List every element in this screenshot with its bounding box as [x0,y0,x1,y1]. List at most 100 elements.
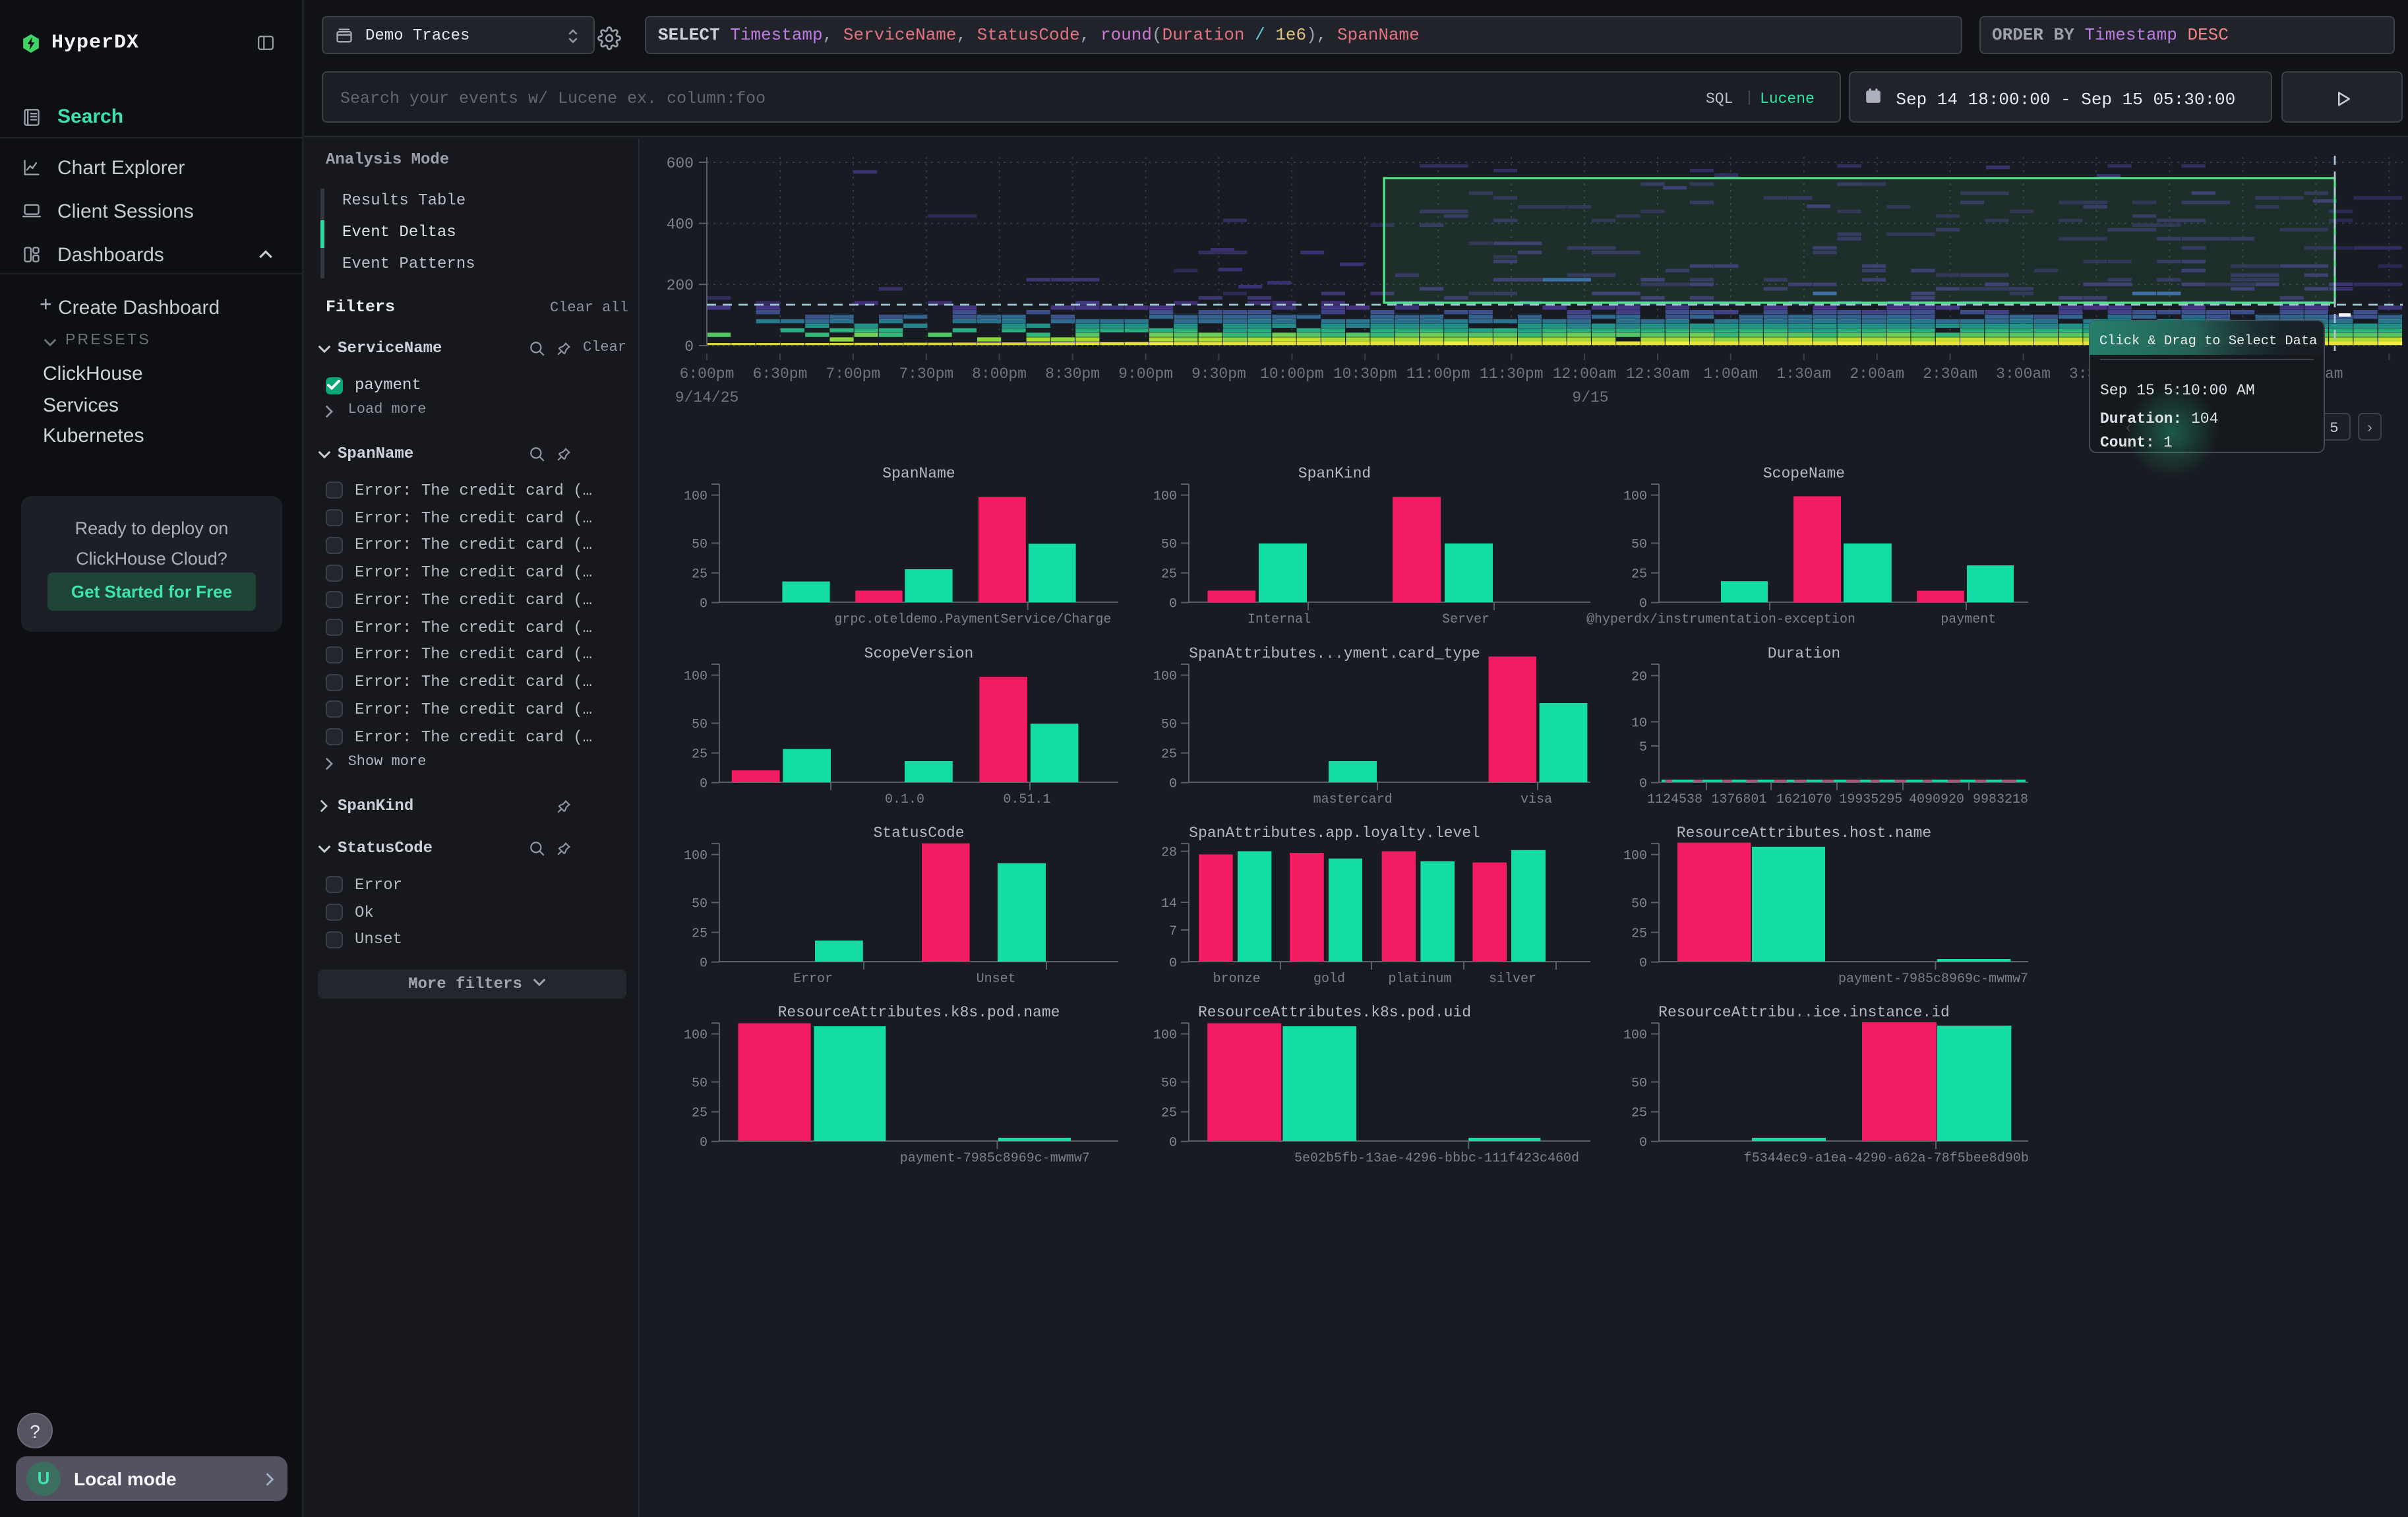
svg-text:0: 0 [1639,777,1647,792]
svg-text:1:30am: 1:30am [1776,365,1831,383]
svg-text:50: 50 [1631,1076,1647,1091]
svg-text:400: 400 [667,216,694,233]
svg-text:14: 14 [1161,896,1177,912]
svg-text:25: 25 [1631,1106,1647,1121]
svg-text:25: 25 [692,927,707,942]
svg-text:25: 25 [1161,1106,1177,1121]
svg-text:100: 100 [684,1028,707,1043]
svg-text:50: 50 [1631,896,1647,912]
svg-text:50: 50 [692,537,707,552]
svg-text:1376801: 1376801 [1711,792,1766,807]
svg-text:5e02b5fb-13ae-4296-bbbc-111f42: 5e02b5fb-13ae-4296-bbbc-111f423c460d [1294,1151,1579,1166]
svg-text:11:00pm: 11:00pm [1406,365,1470,383]
svg-text:100: 100 [1623,849,1647,864]
svg-text:0: 0 [700,956,707,972]
svg-text:payment-7985c8969c-mwmw7: payment-7985c8969c-mwmw7 [900,1151,1090,1166]
svg-text:0: 0 [700,597,707,612]
svg-text:Unset: Unset [977,972,1016,987]
svg-text:600: 600 [667,155,694,172]
svg-text:25: 25 [692,1106,707,1121]
svg-text:4090920: 4090920 [1909,792,1964,807]
svg-text:grpc.oteldemo.PaymentService/C: grpc.oteldemo.PaymentService/Charge [834,612,1111,627]
svg-text:SpanAttributes...yment.card_ty: SpanAttributes...yment.card_type [1189,645,1480,662]
svg-text:ScopeName: ScopeName [1763,465,1845,482]
svg-text:ResourceAttribu..ice.instance.: ResourceAttribu..ice.instance.id [1658,1004,1950,1021]
svg-text:100: 100 [684,669,707,685]
svg-text:payment-7985c8969c-mwmw7: payment-7985c8969c-mwmw7 [1838,972,2028,987]
svg-text:0.51.1: 0.51.1 [1003,792,1050,807]
svg-text:100: 100 [1623,489,1647,505]
svg-text:0: 0 [1639,597,1647,612]
svg-text:50: 50 [1161,1076,1177,1091]
svg-text:50: 50 [692,1076,707,1091]
svg-text:0: 0 [700,777,707,792]
svg-text:0: 0 [684,338,694,356]
svg-text:6:00pm: 6:00pm [680,365,735,383]
svg-text:StatusCode: StatusCode [873,824,964,842]
svg-text:Click & Drag to Select Data: Click & Drag to Select Data [2099,334,2317,349]
svg-text:9983218: 9983218 [1973,792,2028,807]
svg-text:Duration:: Duration: [2100,410,2182,427]
svg-text:0: 0 [1639,1136,1647,1151]
svg-text:›: › [2365,420,2374,437]
svg-text:0.1.0: 0.1.0 [885,792,924,807]
svg-text:50: 50 [1631,537,1647,552]
svg-text:200: 200 [667,277,694,294]
svg-text:5: 5 [1639,740,1647,755]
svg-text:7:00pm: 7:00pm [826,365,880,383]
svg-text:8:30pm: 8:30pm [1045,365,1100,383]
svg-text:10:00pm: 10:00pm [1260,365,1324,383]
svg-text:SpanKind: SpanKind [1298,465,1371,482]
svg-text:8:00pm: 8:00pm [972,365,1027,383]
svg-text:9:00pm: 9:00pm [1118,365,1173,383]
svg-text:9:30pm: 9:30pm [1191,365,1246,383]
svg-text:bronze: bronze [1213,972,1261,987]
svg-text:silver: silver [1489,972,1536,987]
svg-text:50: 50 [1161,537,1177,552]
svg-text:50: 50 [1161,717,1177,732]
svg-text:SpanAttributes.app.loyalty.lev: SpanAttributes.app.loyalty.level [1189,824,1480,842]
svg-text:12:00am: 12:00am [1553,365,1617,383]
svg-text:Duration: Duration [1768,645,1840,662]
svg-text:20: 20 [1631,669,1647,685]
svg-text:Error: Error [793,972,833,987]
svg-text:100: 100 [1153,1028,1177,1043]
svg-text:SpanName: SpanName [882,465,955,482]
svg-text:100: 100 [684,849,707,864]
svg-text:platinum: platinum [1388,972,1451,987]
svg-text:f5344ec9-a1ea-4290-a62a-78f5be: f5344ec9-a1ea-4290-a62a-78f5bee8d90b [1744,1151,2029,1166]
svg-text:10:30pm: 10:30pm [1333,365,1397,383]
svg-text:mastercard: mastercard [1313,792,1393,807]
svg-text:100: 100 [1153,489,1177,505]
svg-text:19935295: 19935295 [1839,792,1902,807]
svg-text:‹: ‹ [2124,420,2132,437]
svg-text:100: 100 [1153,669,1177,685]
svg-text:1124538: 1124538 [1647,792,1702,807]
svg-text:100: 100 [684,489,707,505]
svg-text:1621070: 1621070 [1776,792,1832,807]
svg-text:7: 7 [1169,924,1177,939]
svg-text:ResourceAttributes.k8s.pod.uid: ResourceAttributes.k8s.pod.uid [1198,1004,1471,1021]
svg-text:25: 25 [1631,927,1647,942]
svg-text:payment: payment [1941,612,1996,627]
svg-text:1:00am: 1:00am [1703,365,1758,383]
svg-text:7:30pm: 7:30pm [899,365,953,383]
svg-text:2:30am: 2:30am [1923,365,1977,383]
svg-text:25: 25 [692,567,707,582]
svg-text:ResourceAttributes.host.name: ResourceAttributes.host.name [1677,824,1931,842]
svg-text:@hyperdx/instrumentation-excep: @hyperdx/instrumentation-exception [1586,612,1855,627]
svg-text:104: 104 [2191,410,2218,427]
svg-text:Sep 15 5:10:00 AM: Sep 15 5:10:00 AM [2100,382,2255,399]
svg-text:0: 0 [1639,956,1647,972]
svg-text:0: 0 [1169,597,1177,612]
svg-text:100: 100 [1623,1028,1647,1043]
svg-text:gold: gold [1313,972,1345,987]
svg-text:ScopeVersion: ScopeVersion [864,645,974,662]
svg-text:25: 25 [1161,567,1177,582]
svg-text:11:30pm: 11:30pm [1480,365,1544,383]
svg-text:0: 0 [700,1136,707,1151]
svg-text:0: 0 [1169,956,1177,972]
svg-text:25: 25 [1631,567,1647,582]
svg-text:28: 28 [1161,846,1177,861]
svg-text:50: 50 [692,717,707,732]
